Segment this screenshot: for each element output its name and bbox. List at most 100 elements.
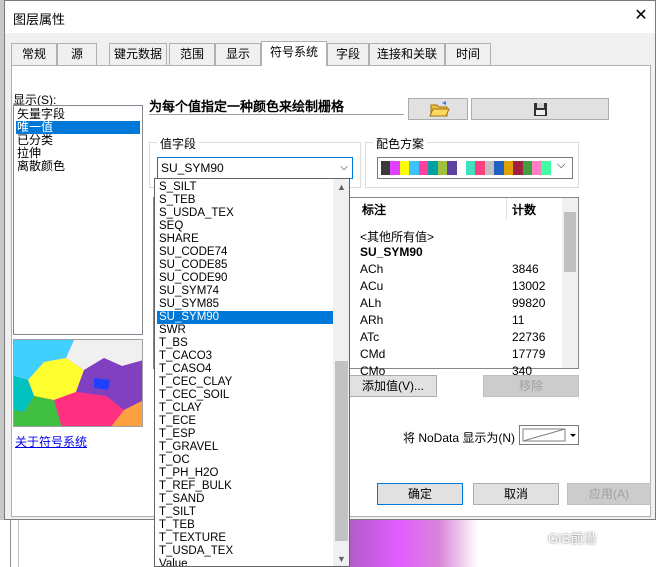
color-swatch xyxy=(428,161,438,175)
color-swatch xyxy=(399,161,410,175)
remove-button[interactable]: 移除 xyxy=(483,375,579,397)
tab-extent[interactable]: 范围 xyxy=(169,43,215,65)
dropdown-option[interactable]: SU_SYM74 xyxy=(157,285,335,298)
table-row-label[interactable]: SU_SYM90 xyxy=(360,245,423,259)
dropdown-option[interactable]: T_CACO3 xyxy=(157,350,335,363)
value-field-dropdown-list[interactable]: S_SILT S_TEB S_USDA_TEX SEQ SHARE SU_CODE74 SU… xyxy=(154,178,350,567)
color-swatch xyxy=(447,161,457,175)
dropdown-option[interactable]: T_USDA_TEX xyxy=(157,545,335,558)
table-row-label[interactable]: CMd xyxy=(360,347,385,361)
save-button[interactable] xyxy=(471,98,609,120)
column-header-count[interactable]: 计数 xyxy=(512,201,536,218)
tab-source[interactable]: 源 xyxy=(57,43,97,65)
dropdown-option[interactable]: T_CEC_SOIL xyxy=(157,389,335,402)
tab-joins-relates[interactable]: 连接和关联 xyxy=(369,43,445,65)
dropdown-option[interactable]: SU_CODE90 xyxy=(157,272,335,285)
color-swatch xyxy=(513,161,523,175)
dropdown-option[interactable]: T_ESP xyxy=(157,428,335,441)
color-swatch xyxy=(541,161,551,175)
tab-fields[interactable]: 字段 xyxy=(327,43,369,65)
dropdown-option[interactable]: T_ECE xyxy=(157,415,335,428)
dropdown-option[interactable]: S_TEB xyxy=(157,194,335,207)
table-row-label[interactable]: ARh xyxy=(360,313,383,327)
table-row-label[interactable]: ALh xyxy=(360,296,381,310)
dropdown-option[interactable]: T_TEB xyxy=(157,519,335,532)
dropdown-option[interactable]: T_CLAY xyxy=(157,402,335,415)
apply-button[interactable]: 应用(A) xyxy=(567,483,651,505)
dropdown-option[interactable]: T_PH_H2O xyxy=(157,467,335,480)
watermark-text: GIS前沿 xyxy=(548,531,597,546)
color-swatch xyxy=(532,161,542,175)
color-swatch xyxy=(484,161,495,175)
dropdown-option[interactable]: SHARE xyxy=(157,233,335,246)
chevron-down-icon[interactable]: ⌵ xyxy=(337,158,351,178)
color-swatch xyxy=(456,161,466,175)
tab-key-metadata[interactable]: 键元数据 xyxy=(109,43,167,65)
color-scheme-swatches xyxy=(381,161,551,175)
chevron-down-icon[interactable]: ⌵ xyxy=(557,159,565,172)
ok-button[interactable]: 确定 xyxy=(377,483,463,505)
title-bar: 图层属性 ✕ xyxy=(5,1,655,33)
dropdown-option[interactable]: T_GRAVEL xyxy=(157,441,335,454)
color-swatch xyxy=(522,161,532,175)
dropdown-option[interactable]: SU_SYM85 xyxy=(157,298,335,311)
dropdown-option[interactable]: T_OC xyxy=(157,454,335,467)
color-swatch xyxy=(390,161,400,175)
close-icon[interactable]: ✕ xyxy=(629,5,653,27)
table-row-label[interactable]: ACu xyxy=(360,279,383,293)
tab-display[interactable]: 显示 xyxy=(215,43,261,65)
table-row-count: 3846 xyxy=(512,262,539,276)
scroll-down-icon[interactable]: ▼ xyxy=(333,551,349,566)
table-row-count: 99820 xyxy=(512,296,546,310)
value-field-label: 值字段 xyxy=(157,135,200,152)
background-line xyxy=(18,520,19,567)
add-value-button[interactable]: 添加值(V)... xyxy=(349,375,437,397)
value-field-current: SU_SYM90 xyxy=(161,161,224,175)
tab-time[interactable]: 时间 xyxy=(445,43,491,65)
dropdown-option[interactable]: T_TEXTURE xyxy=(157,532,335,545)
renderer-list[interactable]: 矢量字段 唯一值 已分类 拉伸 离散颜色 xyxy=(13,105,143,335)
dropdown-option[interactable]: T_CASO4 xyxy=(157,363,335,376)
dropdown-option[interactable]: SEQ xyxy=(157,220,335,233)
column-header-label[interactable]: 标注 xyxy=(362,201,386,218)
tab-symbology[interactable]: 符号系统 xyxy=(261,41,327,66)
renderer-item-discrete-color[interactable]: 离散颜色 xyxy=(16,160,140,173)
cancel-button[interactable]: 取消 xyxy=(473,483,559,505)
dropdown-option[interactable]: Value xyxy=(157,558,335,566)
dropdown-option[interactable]: T_CEC_CLAY xyxy=(157,376,335,389)
folder-open-icon xyxy=(429,101,450,117)
open-folder-button[interactable] xyxy=(408,98,468,120)
about-symbology-link[interactable]: 关于符号系统 xyxy=(15,433,87,450)
table-row-label[interactable]: ATc xyxy=(360,330,379,344)
save-disk-icon xyxy=(534,103,547,116)
dropdown-option[interactable]: T_SAND xyxy=(157,493,335,506)
color-swatch xyxy=(437,161,448,175)
scroll-up-icon[interactable]: ▲ xyxy=(333,179,349,195)
dropdown-option[interactable]: T_BS xyxy=(157,337,335,350)
dropdown-option[interactable]: T_REF_BULK xyxy=(157,480,335,493)
table-row-count: 11 xyxy=(512,313,525,327)
tab-general[interactable]: 常规 xyxy=(11,43,57,65)
nodata-label: 将 NoData 显示为(N) xyxy=(403,431,516,445)
color-swatch xyxy=(409,161,419,175)
dropdown-option[interactable]: SU_CODE74 xyxy=(157,246,335,259)
dropdown-option[interactable]: SWR xyxy=(157,324,335,337)
renderer-preview-image xyxy=(13,339,143,427)
dropdown-option[interactable]: S_USDA_TEX xyxy=(157,207,335,220)
table-row-count: 17779 xyxy=(512,347,546,361)
table-row-label[interactable]: ACh xyxy=(360,262,383,276)
dropdown-option[interactable]: SU_SYM90 xyxy=(157,311,335,324)
table-row-label[interactable]: <其他所有值> xyxy=(360,228,434,245)
color-swatch xyxy=(465,161,476,175)
dropdown-scrollbar-thumb[interactable] xyxy=(335,361,348,541)
color-swatch xyxy=(418,161,429,175)
dropdown-option[interactable]: S_SILT xyxy=(157,181,335,194)
dropdown-option[interactable]: SU_CODE85 xyxy=(157,259,335,272)
nodata-color-select[interactable] xyxy=(519,425,579,445)
color-scheme-label: 配色方案 xyxy=(373,135,428,152)
dropdown-option[interactable]: T_SILT xyxy=(157,506,335,519)
heading-divider xyxy=(149,114,404,115)
nodata-swatch-icon xyxy=(522,428,576,442)
background-map-raster xyxy=(348,520,478,567)
table-scrollbar-thumb[interactable] xyxy=(564,212,576,272)
